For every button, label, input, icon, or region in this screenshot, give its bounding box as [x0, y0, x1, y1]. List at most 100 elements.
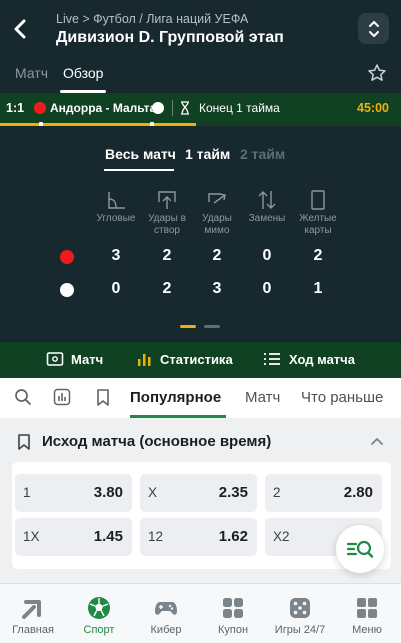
tab-match[interactable]: Матч — [15, 65, 48, 81]
shot-on-target-icon — [158, 191, 176, 209]
yellow-card-icon — [311, 190, 325, 210]
favorite-button[interactable] — [367, 63, 387, 83]
substitution-icon — [258, 191, 276, 209]
subnav-statistics[interactable]: Статистика — [160, 352, 233, 367]
market-title[interactable]: Исход матча (основное время) — [42, 433, 271, 450]
subnav-timeline[interactable]: Ход матча — [289, 352, 355, 367]
odd-value: 3.80 — [93, 484, 123, 501]
menu-grid-icon — [357, 598, 377, 618]
star-icon — [368, 64, 386, 81]
nav-sport[interactable]: Спорт — [66, 596, 132, 636]
subnav-match[interactable]: Матч — [71, 352, 103, 367]
stat-label: Удары в створ — [148, 213, 186, 236]
stats-panel: Весь матч 1 тайм 2 тайм Угловые Удары в … — [0, 126, 401, 342]
stat-value: 3 — [111, 247, 121, 264]
tab-overview[interactable]: Обзор — [63, 65, 103, 81]
nav-menu[interactable]: Меню — [334, 596, 400, 636]
filter-tab-what-first[interactable]: Что раньше — [301, 389, 383, 406]
page-indicator — [180, 325, 222, 328]
period-full-match[interactable]: Весь матч — [105, 146, 176, 162]
dice-icon — [290, 598, 310, 618]
period-second-half[interactable]: 2 тайм — [240, 146, 285, 162]
soccer-ball-icon — [88, 597, 110, 619]
corner-flag-icon — [108, 192, 125, 209]
quick-search-button[interactable] — [336, 525, 384, 573]
stat-column-substitutions: Замены — [239, 189, 295, 225]
odd-label: 1X — [23, 529, 40, 544]
bookmark-icon[interactable] — [16, 433, 32, 451]
odd-label: X2 — [273, 529, 290, 544]
odd-label: 2 — [273, 485, 281, 500]
odd-button[interactable]: 2 2.80 — [265, 474, 382, 512]
odd-value: 1.62 — [218, 528, 248, 545]
nav-label: Кибер — [150, 624, 182, 636]
filter-search-icon — [346, 540, 374, 558]
stat-value: 3 — [212, 280, 222, 297]
match-subnav: Матч Статистика Ход матча — [0, 342, 401, 378]
coupon-icon — [223, 598, 243, 618]
chevron-up-icon[interactable] — [369, 435, 385, 447]
page-dot[interactable] — [204, 325, 220, 328]
team2-color-dot — [152, 102, 164, 114]
back-button[interactable] — [8, 16, 32, 42]
stat-column-shots-on-target: Удары в створ — [139, 189, 195, 237]
odd-value: 1.45 — [93, 528, 123, 545]
nav-label: Главная — [12, 624, 54, 636]
stat-value: 2 — [313, 247, 323, 264]
bar-chart-icon — [138, 354, 151, 366]
breadcrumb[interactable]: Live > Футбол / Лига наций УЕФА — [56, 12, 248, 26]
match-time: 45:00 — [357, 101, 389, 115]
chart-filter-icon[interactable] — [53, 388, 71, 406]
filter-tab-match[interactable]: Матч — [245, 389, 280, 406]
stat-value: 1 — [313, 280, 323, 297]
page-title: Дивизион D. Групповой этап — [56, 29, 284, 46]
stat-label: Удары мимо — [202, 213, 232, 236]
bookmark-icon[interactable] — [94, 388, 112, 406]
odd-button[interactable]: 12 1.62 — [140, 518, 257, 556]
filter-tab-popular[interactable]: Популярное — [130, 389, 221, 406]
odds-panel: 1 3.80 X 2.35 2 2.80 1X 1.45 12 1.62 X2 — [12, 462, 391, 569]
nav-cyber[interactable]: Кибер — [133, 596, 199, 636]
match-score: 1:1 — [6, 101, 25, 115]
stat-label: Желтые карты — [299, 213, 337, 236]
home-icon — [22, 600, 41, 619]
stat-column-yellow-cards: Желтые карты — [290, 189, 346, 237]
chevron-left-icon — [14, 19, 26, 39]
field-icon — [46, 352, 64, 366]
divider — [172, 100, 173, 116]
stat-value: 2 — [212, 247, 222, 264]
scoreboard: 1:1 Андорра - Мальта Конец 1 тайма 45:00 — [0, 93, 401, 123]
nav-label: Игры 24/7 — [274, 624, 326, 636]
odd-value: 2.80 — [343, 484, 373, 501]
page-tabs: Матч Обзор — [0, 57, 401, 93]
nav-home[interactable]: Главная — [0, 596, 66, 636]
stat-value: 2 — [162, 247, 172, 264]
nav-label: Меню — [352, 624, 382, 636]
team1-color-dot — [60, 250, 74, 264]
odd-button[interactable]: 1 3.80 — [15, 474, 132, 512]
stat-column-shots-off-target: Удары мимо — [189, 189, 245, 237]
gamepad-icon — [155, 602, 177, 615]
odd-label: 1 — [23, 485, 31, 500]
period-first-half[interactable]: 1 тайм — [185, 146, 230, 162]
stat-value: 0 — [111, 280, 121, 297]
period-active-indicator — [104, 169, 174, 171]
stat-value: 0 — [262, 247, 272, 264]
odd-button[interactable]: X 2.35 — [140, 474, 257, 512]
top-header: Live > Футбол / Лига наций УЕФА Дивизион… — [0, 0, 401, 57]
market-filter-bar: Популярное Матч Что раньше — [0, 378, 401, 418]
hourglass-icon — [181, 101, 189, 115]
stat-value: 2 — [162, 280, 172, 297]
nav-games[interactable]: Игры 24/7 — [267, 596, 333, 636]
page-dot-active[interactable] — [180, 325, 196, 328]
expand-button[interactable] — [358, 13, 389, 44]
nav-label: Спорт — [83, 624, 115, 636]
stat-column-corners: Угловые — [88, 189, 144, 225]
stat-value: 0 — [262, 280, 272, 297]
nav-coupon[interactable]: Купон — [200, 596, 266, 636]
odd-button[interactable]: 1X 1.45 — [15, 518, 132, 556]
search-icon[interactable] — [14, 388, 32, 406]
bottom-navigation: Главная Спорт Кибер Купон Игры 24/7 Меню — [0, 583, 401, 643]
odd-value: 2.35 — [218, 484, 248, 501]
match-teams: Андорра - Мальта — [50, 101, 157, 115]
